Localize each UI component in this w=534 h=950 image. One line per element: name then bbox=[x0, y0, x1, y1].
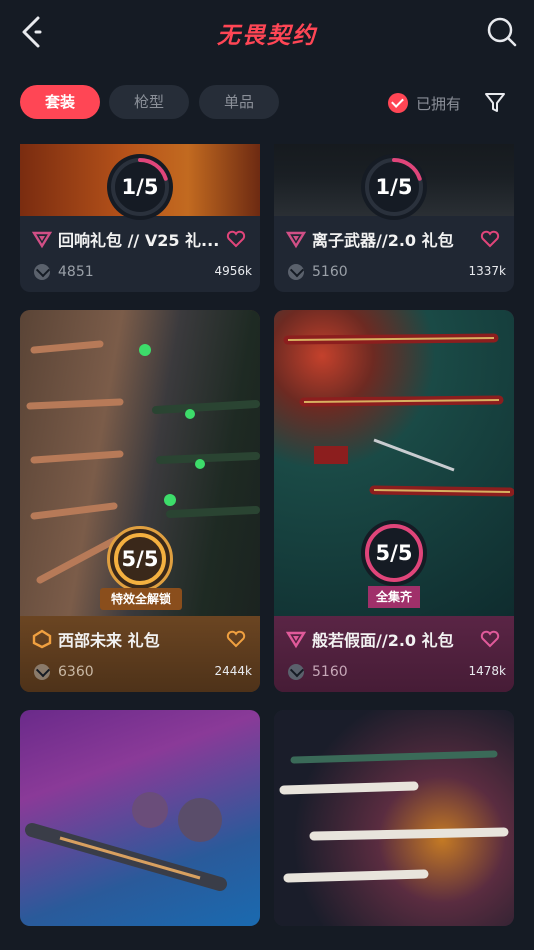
owned-toggle[interactable]: 已拥有 bbox=[388, 92, 461, 114]
heart-icon[interactable] bbox=[480, 630, 500, 648]
progress-text: 5/5 bbox=[121, 547, 159, 571]
tab-weapon-type[interactable]: 枪型 bbox=[109, 85, 189, 119]
likes-count: 2444k bbox=[214, 664, 253, 678]
premium-tier-icon bbox=[286, 631, 306, 649]
bundle-card[interactable]: 1/5 离子武器//2.0 礼包 5160 1337k bbox=[274, 144, 514, 292]
card-info: 般若假面//2.0 礼包 5160 1478k bbox=[274, 616, 514, 692]
bundle-card[interactable] bbox=[20, 710, 260, 926]
likes-count: 1478k bbox=[468, 664, 507, 678]
price-value: 5160 bbox=[312, 264, 348, 280]
price-value: 4851 bbox=[58, 264, 94, 280]
bundle-grid: 1/5 回响礼包 // V25 礼... 4851 4956k 1/5 离子武器… bbox=[0, 144, 534, 926]
checkbox-icon[interactable] bbox=[388, 93, 408, 113]
price-row: 4851 bbox=[34, 262, 94, 282]
weapons-illustration bbox=[279, 750, 509, 883]
progress-badge: 5/5 bbox=[361, 520, 427, 586]
progress-text: 5/5 bbox=[375, 541, 413, 565]
app-title: 无畏契约 bbox=[217, 23, 317, 49]
card-info: 回响礼包 // V25 礼... 4851 4956k bbox=[20, 216, 260, 292]
bundle-name: 离子武器//2.0 礼包 bbox=[312, 231, 454, 250]
vp-currency-icon bbox=[34, 664, 50, 680]
price-row: 5160 bbox=[288, 662, 348, 682]
progress-text: 1/5 bbox=[121, 175, 159, 199]
header-bar: 无畏契约 bbox=[0, 0, 534, 64]
tab-bundles[interactable]: 套装 bbox=[20, 85, 100, 119]
card-info: 西部未来 礼包 6360 2444k bbox=[20, 616, 260, 692]
bundle-card[interactable]: 5/5 全集齐 般若假面//2.0 礼包 5160 1478k bbox=[274, 310, 514, 692]
premium-tier-icon bbox=[32, 231, 52, 249]
heart-icon[interactable] bbox=[226, 230, 246, 248]
vp-currency-icon bbox=[34, 264, 50, 280]
heart-icon[interactable] bbox=[226, 630, 246, 648]
likes-count: 4956k bbox=[214, 264, 253, 278]
weapons-illustration bbox=[25, 792, 227, 891]
filter-icon[interactable] bbox=[484, 90, 506, 114]
name-row: 般若假面//2.0 礼包 bbox=[286, 628, 454, 650]
tab-single-items[interactable]: 单品 bbox=[199, 85, 279, 119]
premium-tier-icon bbox=[286, 231, 306, 249]
filter-bar: 套装 枪型 单品 已拥有 bbox=[20, 85, 520, 120]
card-info: 离子武器//2.0 礼包 5160 1337k bbox=[274, 216, 514, 292]
owned-label: 已拥有 bbox=[416, 94, 462, 113]
unlock-banner: 特效全解锁 bbox=[100, 588, 182, 610]
bundle-card[interactable]: 5/5 特效全解锁 西部未来 礼包 6360 2444k bbox=[20, 310, 260, 692]
bundle-artwork bbox=[274, 710, 514, 926]
bundle-card[interactable] bbox=[274, 710, 514, 926]
price-row: 5160 bbox=[288, 262, 348, 282]
progress-badge: 1/5 bbox=[361, 154, 427, 220]
progress-badge: 5/5 bbox=[107, 526, 173, 592]
exclusive-tier-icon bbox=[32, 629, 52, 649]
progress-badge: 1/5 bbox=[107, 154, 173, 220]
name-row: 西部未来 礼包 bbox=[32, 628, 160, 650]
bundle-name: 回响礼包 // V25 礼... bbox=[58, 231, 220, 250]
bundle-name: 西部未来 礼包 bbox=[58, 631, 160, 650]
complete-banner: 全集齐 bbox=[368, 586, 420, 608]
bundle-card[interactable]: 1/5 回响礼包 // V25 礼... 4851 4956k bbox=[20, 144, 260, 292]
search-icon[interactable] bbox=[486, 16, 518, 48]
progress-text: 1/5 bbox=[375, 175, 413, 199]
price-value: 6360 bbox=[58, 664, 94, 680]
price-value: 5160 bbox=[312, 664, 348, 680]
bundle-artwork bbox=[20, 710, 260, 926]
vp-currency-icon bbox=[288, 664, 304, 680]
vp-currency-icon bbox=[288, 264, 304, 280]
likes-count: 1337k bbox=[468, 264, 507, 278]
heart-icon[interactable] bbox=[480, 230, 500, 248]
name-row: 离子武器//2.0 礼包 bbox=[286, 228, 454, 250]
price-row: 6360 bbox=[34, 662, 94, 682]
bundle-name: 般若假面//2.0 礼包 bbox=[312, 631, 454, 650]
name-row: 回响礼包 // V25 礼... bbox=[32, 228, 219, 250]
